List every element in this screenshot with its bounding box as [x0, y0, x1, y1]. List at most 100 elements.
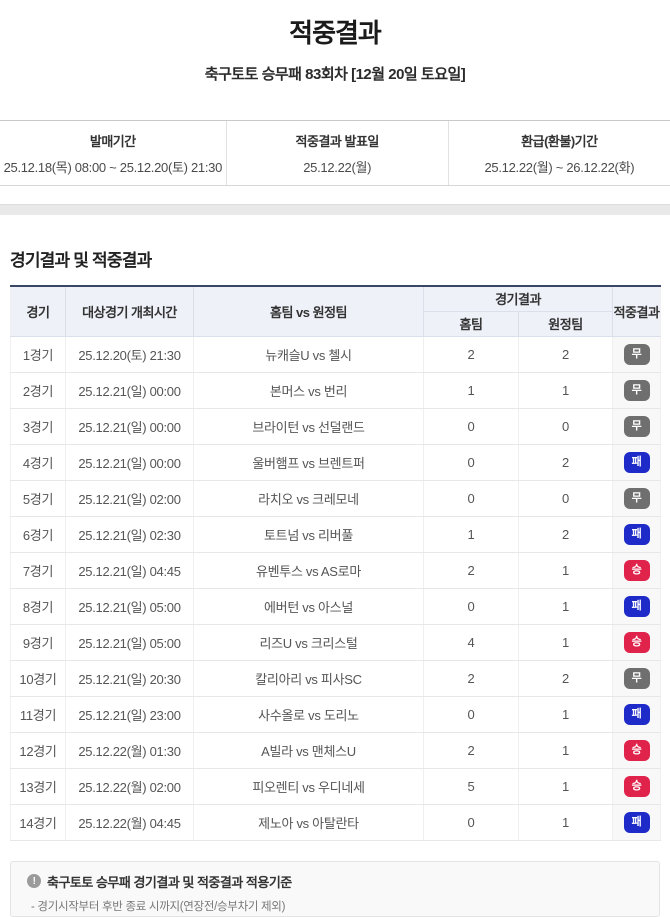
hit-result-cell: 패: [612, 444, 661, 481]
away-score-cell: 2: [518, 444, 613, 481]
footnote-title-row: ! 축구토토 승무패 경기결과 및 적중결과 적용기준: [27, 872, 643, 891]
hit-result-cell: 무: [612, 660, 661, 697]
table-row: 11경기 25.12.21(일) 23:00 사수올로 vs 도리노 0 1 패: [10, 696, 661, 733]
game-number-cell: 7경기: [10, 552, 66, 589]
hit-result-cell: 패: [612, 696, 661, 733]
info-value: 25.12.22(월): [303, 159, 372, 175]
table-row: 14경기 25.12.22(월) 04:45 제노아 vs 아탈란타 0 1 패: [10, 804, 661, 841]
away-score-cell: 2: [518, 336, 613, 373]
table-row: 12경기 25.12.22(월) 01:30 A빌라 vs 맨체스U 2 1 승: [10, 732, 661, 769]
teams-cell: 칼리아리 vs 피사SC: [193, 660, 424, 697]
match-datetime-cell: 25.12.21(일) 02:00: [65, 480, 194, 517]
info-label: 적중결과 발표일: [295, 133, 380, 149]
hit-result-cell: 패: [612, 588, 661, 625]
table-row: 4경기 25.12.21(일) 00:00 울버햄프 vs 브렌트퍼 0 2 패: [10, 444, 661, 481]
col-header-datetime: 대상경기 개최시간: [65, 286, 194, 337]
teams-cell: 유벤투스 vs AS로마: [193, 552, 424, 589]
results-table-head: 경기 대상경기 개최시간 홈팀 vs 원정팀 경기결과 적중결과 홈팀 원정팀: [10, 286, 661, 337]
hit-result-cell: 승: [612, 768, 661, 805]
table-row: 8경기 25.12.21(일) 05:00 에버턴 vs 아스널 0 1 패: [10, 588, 661, 625]
match-datetime-cell: 25.12.22(월) 01:30: [65, 732, 194, 769]
hit-result-cell: 무: [612, 408, 661, 445]
teams-cell: 울버햄프 vs 브렌트퍼: [193, 444, 424, 481]
teams-cell: 피오렌티 vs 우디네세: [193, 768, 424, 805]
game-number-cell: 14경기: [10, 804, 66, 841]
section-divider-band: [0, 204, 670, 215]
page-header: 적중결과 축구토토 승무패 83회차 [12월 20일 토요일]: [0, 0, 670, 84]
away-score-cell: 1: [518, 768, 613, 805]
game-number-cell: 3경기: [10, 408, 66, 445]
teams-cell: 브라이턴 vs 선덜랜드: [193, 408, 424, 445]
home-score-cell: 0: [423, 408, 519, 445]
col-header-away: 원정팀: [518, 311, 613, 337]
teams-cell: 에버턴 vs 아스널: [193, 588, 424, 625]
table-row: 3경기 25.12.21(일) 00:00 브라이턴 vs 선덜랜드 0 0 무: [10, 408, 661, 445]
teams-cell: 본머스 vs 번리: [193, 372, 424, 409]
teams-cell: 리즈U vs 크리스털: [193, 624, 424, 661]
teams-cell: 사수올로 vs 도리노: [193, 696, 424, 733]
away-score-cell: 1: [518, 696, 613, 733]
game-number-cell: 11경기: [10, 696, 66, 733]
result-badge: 승: [623, 775, 650, 797]
match-datetime-cell: 25.12.21(일) 00:00: [65, 372, 194, 409]
away-score-cell: 2: [518, 660, 613, 697]
col-header-result-group: 경기결과: [423, 286, 613, 312]
result-badge: 패: [623, 595, 650, 617]
info-label: 발매기간: [89, 133, 136, 149]
home-score-cell: 1: [423, 372, 519, 409]
main-content: 경기결과 및 적중결과 경기 대상경기 개최시간 홈팀 vs 원정팀 경기결과 …: [0, 246, 670, 917]
home-score-cell: 0: [423, 804, 519, 841]
exclamation-circle-icon: !: [27, 874, 41, 888]
footnote-line: - 경기시작부터 후반 종료 시까지(연장전/승부차기 제외): [31, 900, 286, 913]
home-score-cell: 4: [423, 624, 519, 661]
hit-result-cell: 패: [612, 804, 661, 841]
table-row: 7경기 25.12.21(일) 04:45 유벤투스 vs AS로마 2 1 승: [10, 552, 661, 589]
home-score-cell: 1: [423, 516, 519, 553]
info-value: 25.12.18(목) 08:00 ~ 25.12.20(토) 21:30: [3, 159, 223, 175]
away-score-cell: 0: [518, 408, 613, 445]
round-info-bar: 발매기간 25.12.18(목) 08:00 ~ 25.12.20(토) 21:…: [0, 120, 670, 186]
result-badge: 패: [623, 811, 650, 833]
away-score-cell: 1: [518, 624, 613, 661]
result-badge: 무: [623, 343, 650, 365]
match-datetime-cell: 25.12.20(토) 21:30: [65, 336, 194, 373]
result-badge: 패: [623, 451, 650, 473]
away-score-cell: 1: [518, 588, 613, 625]
table-row: 13경기 25.12.22(월) 02:00 피오렌티 vs 우디네세 5 1 …: [10, 768, 661, 805]
hit-result-cell: 승: [612, 624, 661, 661]
away-score-cell: 0: [518, 480, 613, 517]
game-number-cell: 6경기: [10, 516, 66, 553]
match-datetime-cell: 25.12.22(월) 02:00: [65, 768, 194, 805]
info-result-date: 적중결과 발표일 25.12.22(월): [225, 121, 448, 185]
result-badge: 무: [623, 379, 650, 401]
match-datetime-cell: 25.12.22(월) 04:45: [65, 804, 194, 841]
hit-result-cell: 무: [612, 336, 661, 373]
home-score-cell: 0: [423, 696, 519, 733]
match-datetime-cell: 25.12.21(일) 23:00: [65, 696, 194, 733]
teams-cell: 뉴캐슬U vs 첼시: [193, 336, 424, 373]
hit-result-cell: 무: [612, 480, 661, 517]
game-number-cell: 4경기: [10, 444, 66, 481]
table-row: 10경기 25.12.21(일) 20:30 칼리아리 vs 피사SC 2 2 …: [10, 660, 661, 697]
game-number-cell: 12경기: [10, 732, 66, 769]
footnote-title: 축구토토 승무패 경기결과 및 적중결과 적용기준: [47, 874, 292, 890]
match-datetime-cell: 25.12.21(일) 00:00: [65, 408, 194, 445]
hit-result-cell: 패: [612, 516, 661, 553]
teams-cell: A빌라 vs 맨체스U: [193, 732, 424, 769]
table-row: 9경기 25.12.21(일) 05:00 리즈U vs 크리스털 4 1 승: [10, 624, 661, 661]
match-datetime-cell: 25.12.21(일) 05:00: [65, 588, 194, 625]
away-score-cell: 1: [518, 804, 613, 841]
home-score-cell: 0: [423, 588, 519, 625]
info-value: 25.12.22(월) ~ 26.12.22(화): [484, 159, 635, 175]
away-score-cell: 1: [518, 372, 613, 409]
home-score-cell: 2: [423, 336, 519, 373]
page-subtitle: 축구토토 승무패 83회차 [12월 20일 토요일]: [204, 66, 466, 83]
match-datetime-cell: 25.12.21(일) 04:45: [65, 552, 194, 589]
teams-cell: 라치오 vs 크레모네: [193, 480, 424, 517]
home-score-cell: 2: [423, 552, 519, 589]
game-number-cell: 13경기: [10, 768, 66, 805]
result-badge: 패: [623, 523, 650, 545]
hit-result-cell: 승: [612, 732, 661, 769]
footnote-box: ! 축구토토 승무패 경기결과 및 적중결과 적용기준 - 경기시작부터 후반 …: [10, 860, 660, 917]
result-badge: 승: [623, 559, 650, 581]
